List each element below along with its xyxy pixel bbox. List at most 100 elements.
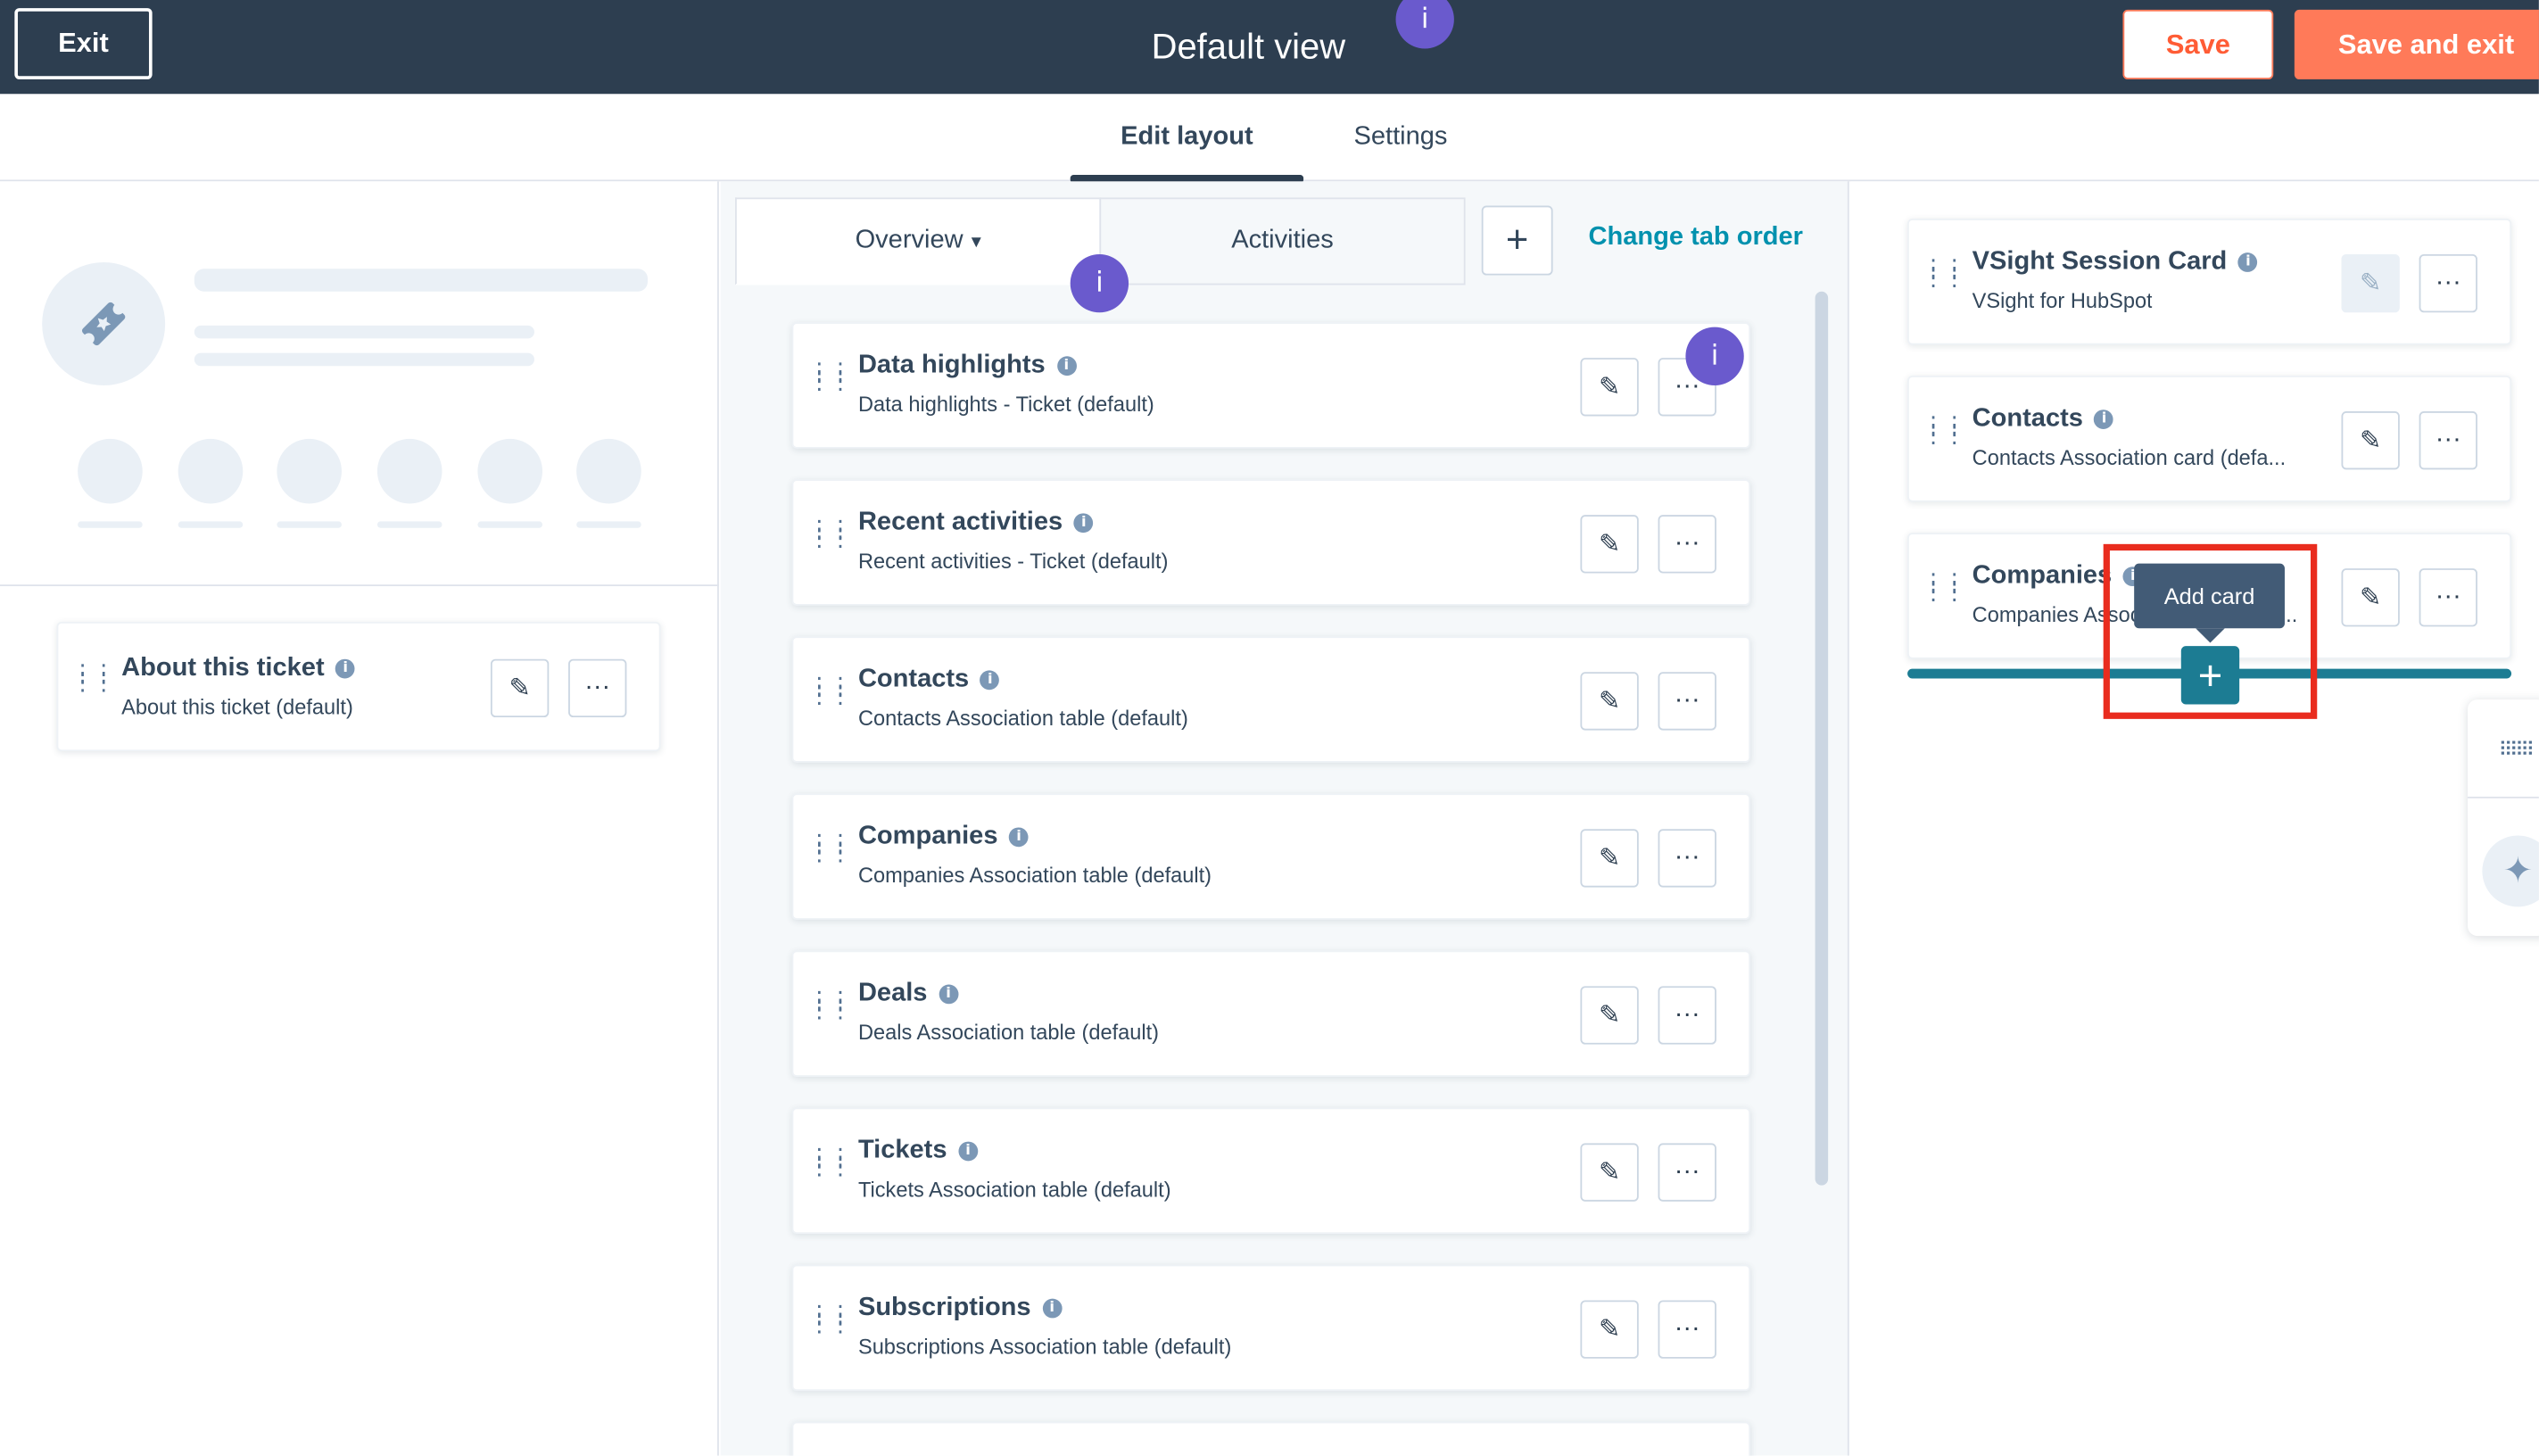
edit-button[interactable]: ✎ — [2341, 411, 2400, 470]
change-tab-order-link[interactable]: Change tab order — [1589, 223, 1803, 252]
drag-handle-icon[interactable]: ⋮⋮ ⋮⋮ — [71, 662, 115, 694]
skeleton-action — [477, 438, 543, 504]
info-icon[interactable]: i — [1056, 356, 1077, 376]
pencil-icon: ✎ — [1598, 845, 1621, 873]
pencil-icon: ✎ — [509, 674, 531, 703]
tab-activities[interactable]: Activities — [1099, 197, 1466, 285]
card-contacts[interactable]: ⋮⋮ ⋮⋮ Contacts i Contacts Association tabl… — [791, 636, 1751, 763]
card-subtitle: Subscriptions Association table (default… — [857, 1334, 1232, 1359]
more-button[interactable]: ··· — [568, 658, 627, 718]
drag-handle-icon[interactable]: ⋮⋮ ⋮⋮ — [1922, 258, 1965, 290]
skeleton-title — [194, 269, 649, 292]
add-tab-button[interactable]: + — [1481, 205, 1553, 276]
card-title-text: Recent activities — [857, 508, 1063, 536]
scrollbar-thumb[interactable] — [1815, 291, 1829, 1186]
skeleton-action — [277, 438, 342, 504]
drag-handle-icon[interactable]: ⋮⋮ ⋮⋮ — [808, 832, 852, 864]
edit-button[interactable]: ✎ — [1580, 1300, 1639, 1359]
more-dots-icon: ··· — [1674, 1000, 1700, 1029]
more-button[interactable]: ··· — [1658, 829, 1716, 888]
card-deals[interactable]: ⋮⋮ ⋮⋮ Deals i Deals Association table (def… — [791, 950, 1751, 1077]
card-vsight-session[interactable]: ⋮⋮ ⋮⋮ VSight Session Card i VSight for Hub… — [1907, 219, 2512, 345]
info-icon[interactable]: i — [958, 1141, 979, 1162]
edit-button[interactable]: ✎ — [1580, 672, 1639, 731]
skeleton-action — [78, 438, 143, 504]
edit-button[interactable]: ✎ — [1580, 515, 1639, 574]
edit-button[interactable]: ✎ — [1580, 358, 1639, 417]
tab-overview[interactable]: Overview ▾ — [735, 197, 1102, 285]
card-title-text: Deals — [857, 980, 928, 1007]
more-dots-icon: ··· — [1674, 686, 1700, 715]
card-data-highlights[interactable]: ⋮⋮ ⋮⋮ Data highlights i Data highlights - … — [791, 322, 1751, 449]
drag-handle-icon[interactable]: ⋮⋮ ⋮⋮ — [808, 361, 852, 393]
card-subtitle: About this ticket (default) — [121, 694, 353, 719]
more-button[interactable]: ··· — [2419, 568, 2477, 627]
tab-settings[interactable]: Settings — [1319, 94, 1482, 181]
drag-handle-icon[interactable]: ⋮⋮ ⋮⋮ — [808, 989, 852, 1022]
card-subtitle: Recent activities - Ticket (default) — [857, 549, 1169, 574]
card-title: Deals i — [858, 980, 958, 1009]
info-icon[interactable]: i — [2238, 252, 2258, 272]
card-companies[interactable]: ⋮⋮ ⋮⋮ Companies i Companies Association ta… — [791, 793, 1751, 920]
more-dots-icon: ··· — [2435, 269, 2461, 297]
tab-edit-layout[interactable]: Edit layout — [1071, 94, 1303, 181]
more-button[interactable]: ··· — [1658, 986, 1716, 1045]
pencil-icon: ✎ — [1598, 531, 1621, 559]
info-icon[interactable]: i — [1009, 827, 1029, 848]
card-tickets[interactable]: ⋮⋮ ⋮⋮ Tickets i Tickets Association table … — [791, 1107, 1751, 1235]
info-icon[interactable]: i — [1073, 513, 1094, 534]
card-subtitle: Tickets Association table (default) — [857, 1177, 1171, 1202]
more-button[interactable]: ··· — [2419, 411, 2477, 470]
drag-handle-icon[interactable]: ⋮⋮ ⋮⋮ — [1922, 572, 1965, 604]
more-button[interactable]: ··· — [1658, 515, 1716, 574]
drag-handle-icon[interactable]: ⋮⋮ ⋮⋮ — [808, 675, 852, 707]
drag-handle-icon[interactable]: ⋮⋮ ⋮⋮ — [808, 518, 852, 550]
pencil-icon: ✎ — [1598, 688, 1621, 716]
edit-button[interactable]: ✎ — [490, 658, 550, 718]
info-icon[interactable]: i — [939, 984, 958, 1005]
card-title: Tickets i — [858, 1137, 979, 1166]
card-recent-activities[interactable]: ⋮⋮ ⋮⋮ Recent activities i Recent activitie… — [791, 479, 1751, 606]
top-bar: Exit Default view i Save Save and exit — [0, 0, 2539, 95]
card-subscriptions[interactable]: ⋮⋮ ⋮⋮ Subscriptions i Subscriptions Associ… — [791, 1264, 1751, 1392]
info-icon[interactable]: i — [1042, 1298, 1063, 1319]
card-title: Contacts i — [1972, 405, 2114, 434]
skeleton-action-label — [277, 521, 342, 528]
card-contacts-right[interactable]: ⋮⋮ ⋮⋮ Contacts i Contacts Association card… — [1907, 376, 2512, 502]
edit-button[interactable]: ✎ — [1580, 1143, 1639, 1202]
drag-handle-icon[interactable]: ⋮⋮ ⋮⋮ — [808, 1146, 852, 1179]
save-and-exit-button[interactable]: Save and exit — [2294, 9, 2539, 79]
more-dots-icon: ··· — [1674, 1157, 1700, 1186]
drag-grid-icon[interactable]: ⠿⠿⠿ — [2499, 739, 2535, 761]
record-avatar — [42, 262, 166, 385]
more-button[interactable]: ··· — [1658, 1300, 1716, 1359]
card-title: Data highlights i — [858, 352, 1077, 381]
save-button[interactable]: Save — [2122, 9, 2274, 79]
pencil-icon: ✎ — [2359, 427, 2382, 456]
drag-handle-icon[interactable]: ⋮⋮ ⋮⋮ — [808, 1303, 852, 1336]
skeleton-action — [376, 438, 442, 504]
skeleton-line — [194, 352, 534, 367]
info-icon[interactable]: i — [335, 658, 356, 679]
drag-handle-icon[interactable]: ⋮⋮ ⋮⋮ — [1922, 415, 1965, 447]
card-subtitle: Data highlights - Ticket (default) — [857, 392, 1154, 417]
edit-button[interactable]: ✎ — [1580, 986, 1639, 1045]
more-button[interactable]: ··· — [2419, 253, 2477, 313]
pencil-icon: ✎ — [2359, 584, 2382, 613]
card-partial[interactable] — [791, 1421, 1751, 1456]
card-about-this-ticket[interactable]: ⋮⋮ ⋮⋮ About this ticket i About this ticke… — [56, 621, 661, 752]
info-marker[interactable]: i — [1070, 253, 1129, 313]
card-title: VSight Session Card i — [1972, 248, 2258, 277]
info-icon[interactable]: i — [980, 670, 1000, 691]
info-marker[interactable]: i — [1685, 327, 1744, 385]
card-title-text: Companies — [1972, 561, 2113, 590]
card-subtitle: Companies Association table (default) — [857, 863, 1212, 888]
info-icon[interactable]: i — [2094, 410, 2114, 429]
more-button[interactable]: ··· — [1658, 672, 1716, 731]
edit-button[interactable]: ✎ — [2341, 568, 2400, 627]
card-subtitle: Deals Association table (default) — [857, 1020, 1160, 1045]
more-dots-icon: ··· — [584, 674, 611, 701]
more-button[interactable]: ··· — [1658, 1143, 1716, 1202]
edit-button[interactable]: ✎ — [1580, 829, 1639, 888]
edit-button[interactable]: ✎ — [2341, 253, 2400, 313]
